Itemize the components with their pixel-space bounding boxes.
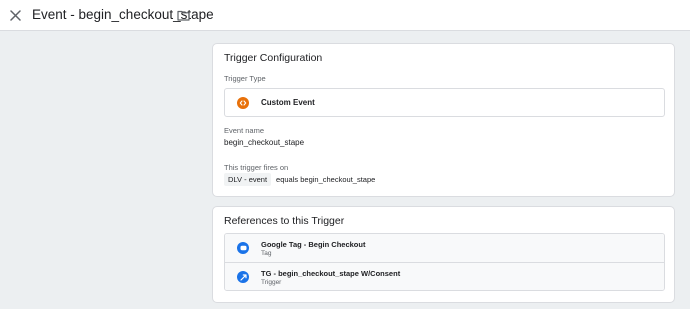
- card-title: Trigger Configuration: [224, 52, 323, 64]
- reference-type: Tag: [261, 250, 272, 257]
- trigger-condition: DLV - event equals begin_checkout_stape: [224, 173, 375, 186]
- close-icon: [9, 9, 21, 21]
- list-item[interactable]: TG - begin_checkout_stape W/Consent Trig…: [225, 263, 664, 290]
- trigger-configuration-card: Trigger Configuration Trigger Type Custo…: [212, 43, 675, 197]
- fires-on-label: This trigger fires on: [224, 163, 289, 172]
- event-name-label: Event name: [224, 126, 265, 135]
- list-item[interactable]: Google Tag - Begin Checkout Tag: [225, 234, 664, 262]
- trigger-icon: [237, 271, 249, 283]
- tag-icon: [237, 242, 249, 254]
- condition-expression: equals begin_checkout_stape: [276, 175, 376, 184]
- event-name-value: begin_checkout_stape: [224, 138, 305, 147]
- top-bar: Event - begin_checkout_stape: [0, 0, 690, 31]
- reference-name: Google Tag - Begin Checkout: [261, 240, 366, 249]
- trigger-type-name: Custom Event: [261, 98, 315, 107]
- references-card: References to this Trigger Google Tag - …: [212, 206, 675, 303]
- custom-event-icon: [237, 97, 249, 109]
- condition-variable-chip: DLV - event: [224, 173, 272, 186]
- card-title: References to this Trigger: [224, 215, 345, 227]
- reference-name: TG - begin_checkout_stape W/Consent: [261, 269, 401, 278]
- reference-type: Trigger: [261, 279, 282, 286]
- trigger-type-label: Trigger Type: [224, 74, 266, 83]
- trigger-type-selector[interactable]: Custom Event: [224, 88, 665, 117]
- close-button[interactable]: [6, 6, 24, 24]
- folder-button[interactable]: [176, 8, 190, 22]
- references-list: Google Tag - Begin Checkout Tag TG - beg…: [224, 233, 665, 291]
- folder-icon: [176, 10, 190, 21]
